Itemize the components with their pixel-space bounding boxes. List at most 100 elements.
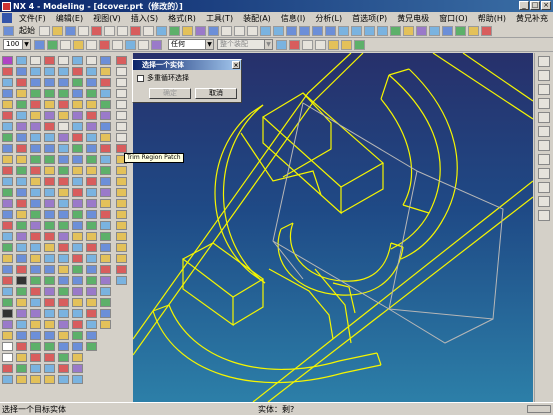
- save-icon[interactable]: [65, 25, 76, 36]
- deviation-icon[interactable]: [58, 133, 69, 142]
- type-filter-combo[interactable]: 任何 ▼: [168, 39, 214, 50]
- tool-93-icon[interactable]: [116, 166, 127, 175]
- close-button[interactable]: ×: [541, 1, 551, 10]
- constrain-face-icon[interactable]: [44, 353, 55, 362]
- tool-54-icon[interactable]: [86, 309, 97, 318]
- line-icon[interactable]: [16, 100, 27, 109]
- ellipse-icon[interactable]: [16, 320, 27, 329]
- copy-object-icon[interactable]: [112, 39, 123, 50]
- tool-23-icon[interactable]: [72, 298, 83, 307]
- rectangle-icon[interactable]: [16, 331, 27, 340]
- roles-icon[interactable]: [538, 182, 550, 193]
- analysis-tool-icon[interactable]: [58, 56, 69, 65]
- feature-icon[interactable]: [2, 56, 13, 65]
- tool-41-icon[interactable]: [86, 166, 97, 175]
- multi-loop-checkbox[interactable]: [137, 74, 144, 82]
- tool-75-icon[interactable]: [100, 243, 111, 252]
- tool-103-icon[interactable]: [116, 276, 127, 285]
- menu-format[interactable]: 格式(R): [163, 13, 201, 24]
- tool-94-icon[interactable]: [116, 177, 127, 186]
- intersect-curve-icon[interactable]: [16, 188, 27, 197]
- thicken-icon[interactable]: [2, 320, 13, 329]
- tool-46-icon[interactable]: [86, 221, 97, 230]
- paste-icon[interactable]: [117, 25, 128, 36]
- cylinder-icon[interactable]: [2, 111, 13, 120]
- slope-icon[interactable]: [58, 89, 69, 98]
- radial-dimension-icon[interactable]: [44, 342, 55, 351]
- comb-icon[interactable]: [58, 254, 69, 263]
- tool-70-icon[interactable]: [100, 188, 111, 197]
- minimize-button[interactable]: _: [519, 1, 529, 10]
- divide-face-icon[interactable]: [30, 353, 41, 362]
- tool-64-icon[interactable]: [100, 122, 111, 131]
- tool-27-icon[interactable]: [72, 342, 83, 351]
- tool-34-icon[interactable]: [86, 89, 97, 98]
- scale-icon[interactable]: [2, 331, 13, 340]
- section-curve-icon[interactable]: [16, 199, 27, 208]
- menu-information[interactable]: 信息(I): [276, 13, 311, 24]
- graphics-window[interactable]: [133, 53, 533, 402]
- move-face-icon[interactable]: [44, 276, 55, 285]
- tool-04-icon[interactable]: [72, 89, 83, 98]
- render-icon[interactable]: [429, 25, 440, 36]
- menu-preferences[interactable]: 首选项(P): [347, 13, 392, 24]
- cone-icon[interactable]: [2, 122, 13, 131]
- colour-map-icon[interactable]: [58, 320, 69, 329]
- tool-81-icon[interactable]: [100, 309, 111, 318]
- tool-47-icon[interactable]: [86, 232, 97, 241]
- tool-02-icon[interactable]: [72, 67, 83, 76]
- analysis-icon[interactable]: [390, 25, 401, 36]
- blend-size-icon[interactable]: [44, 375, 55, 384]
- offset-curve-icon[interactable]: [16, 144, 27, 153]
- tool-13-icon[interactable]: [72, 188, 83, 197]
- angular-dimension-icon[interactable]: [44, 331, 55, 340]
- shell-icon[interactable]: [2, 287, 13, 296]
- section-analysis-icon[interactable]: [58, 221, 69, 230]
- tool-80-icon[interactable]: [100, 298, 111, 307]
- menu-tools[interactable]: 工具(T): [201, 13, 238, 24]
- smooth-poles-icon[interactable]: [30, 309, 41, 318]
- patch-body-icon[interactable]: [44, 232, 55, 241]
- mirror-icon[interactable]: [2, 364, 13, 373]
- tool-73-icon[interactable]: [100, 221, 111, 230]
- boss-icon[interactable]: [2, 155, 13, 164]
- inflection-icon[interactable]: [58, 276, 69, 285]
- tool-24-icon[interactable]: [72, 309, 83, 318]
- datum-csys-icon[interactable]: [16, 78, 27, 87]
- tool-102-icon[interactable]: [116, 265, 127, 274]
- select-icon[interactable]: [156, 25, 167, 36]
- palette-icon[interactable]: [538, 210, 550, 221]
- blank-icon[interactable]: [125, 39, 136, 50]
- boundary-icon[interactable]: [30, 331, 41, 340]
- tool-85-icon[interactable]: [116, 78, 127, 87]
- tool-10-icon[interactable]: [72, 155, 83, 164]
- trim-curve-icon[interactable]: [16, 243, 27, 252]
- tool-50-icon[interactable]: [86, 265, 97, 274]
- web-browser-icon[interactable]: [538, 112, 550, 123]
- history-icon[interactable]: [538, 126, 550, 137]
- suppress-icon[interactable]: [44, 122, 55, 131]
- menu-file[interactable]: 文件(F): [14, 13, 51, 24]
- tool-01-icon[interactable]: [72, 56, 83, 65]
- blend-icon[interactable]: [2, 265, 13, 274]
- linear-dimension-icon[interactable]: [44, 320, 55, 329]
- tool-62-icon[interactable]: [100, 100, 111, 109]
- check-geometry-icon[interactable]: [58, 166, 69, 175]
- new-file-icon[interactable]: [39, 25, 50, 36]
- tool-86-icon[interactable]: [116, 89, 127, 98]
- section-icon[interactable]: [416, 25, 427, 36]
- playback-icon[interactable]: [44, 155, 55, 164]
- tool-12-icon[interactable]: [72, 177, 83, 186]
- midpoint-snap-icon[interactable]: [341, 39, 352, 50]
- extract-face-icon[interactable]: [30, 375, 41, 384]
- edit-curve-icon[interactable]: [16, 265, 27, 274]
- tool-59-icon[interactable]: [100, 67, 111, 76]
- knots-icon[interactable]: [58, 298, 69, 307]
- unsuppress-icon[interactable]: [44, 133, 55, 142]
- menu-analysis[interactable]: 分析(L): [310, 13, 347, 24]
- tool-43-icon[interactable]: [86, 188, 97, 197]
- filter-feature-icon[interactable]: [315, 39, 326, 50]
- assembly-filter-combo[interactable]: 整个装配 ▼: [217, 39, 273, 50]
- tool-19-icon[interactable]: [72, 254, 83, 263]
- styled-blend-icon[interactable]: [30, 199, 41, 208]
